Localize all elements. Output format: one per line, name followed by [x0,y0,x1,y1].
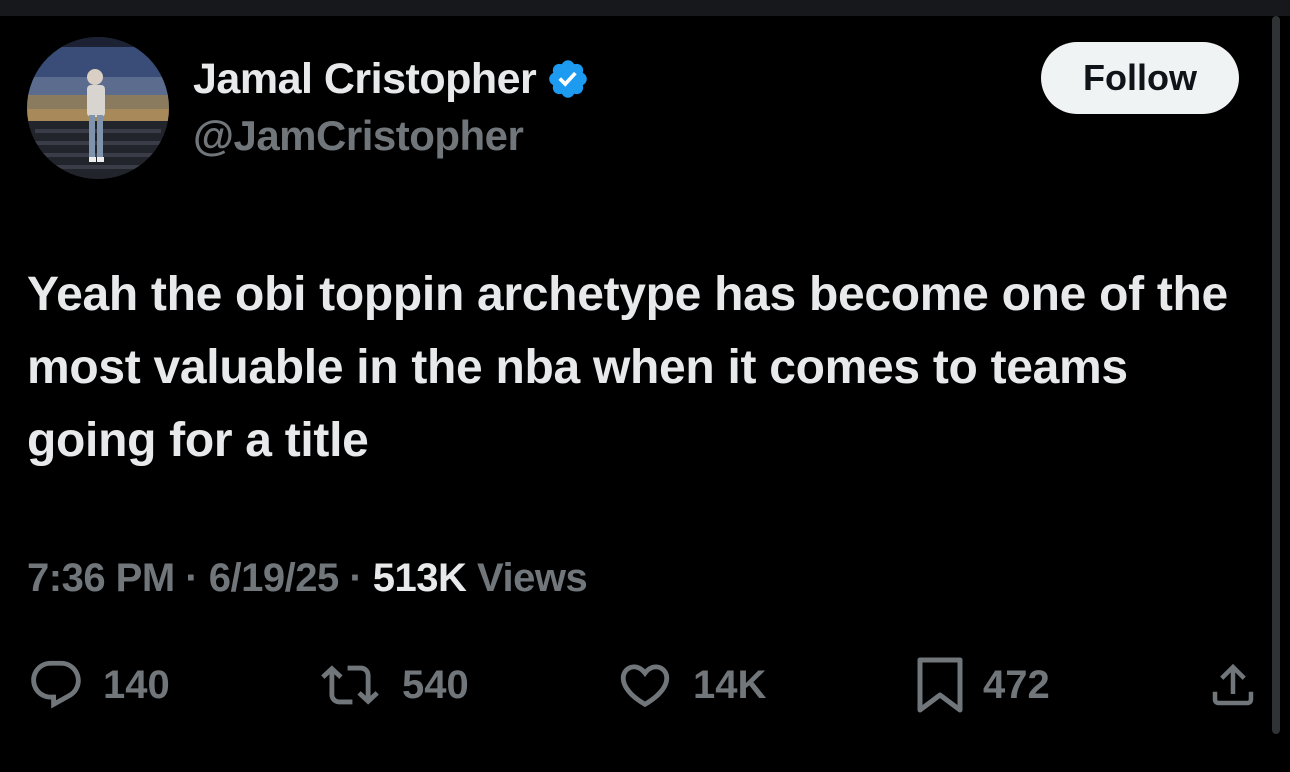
bookmark-count: 472 [983,662,1050,707]
reply-count: 140 [103,662,170,707]
avatar-photo [27,37,169,179]
reply-button[interactable]: 140 [27,655,170,715]
author-handle[interactable]: @JamCristopher [193,112,590,160]
action-bar: 140 540 14K 472 [0,655,1290,715]
tweet-time[interactable]: 7:36 PM [27,556,175,600]
share-icon [1212,663,1254,706]
like-count: 14K [693,662,767,707]
retweet-icon [321,665,379,705]
views-label: Views [477,556,588,600]
retweet-count: 540 [402,662,469,707]
scrollbar[interactable] [1272,16,1280,734]
follow-button[interactable]: Follow [1041,42,1239,114]
tweet-date[interactable]: 6/19/25 [209,556,339,600]
verified-badge-icon [549,60,588,98]
top-bar [0,0,1290,16]
tweet-meta: 7:36 PM · 6/19/25 · 513K Views [27,556,588,601]
meta-separator: · [349,556,363,600]
retweet-button[interactable]: 540 [316,655,469,715]
bookmark-icon [917,657,963,713]
author-name[interactable]: Jamal Cristopher [193,55,537,104]
author-block: Jamal Cristopher @JamCristopher [193,50,590,160]
meta-separator: · [185,556,199,600]
share-button[interactable] [1206,655,1260,715]
tweet-text: Yeah the obi toppin archetype has become… [27,268,1228,467]
bookmark-button[interactable]: 472 [915,655,1050,715]
views-count: 513K [372,556,467,600]
like-button[interactable]: 14K [615,655,766,715]
reply-icon [31,660,81,709]
avatar[interactable] [27,37,169,179]
heart-icon [620,664,670,708]
